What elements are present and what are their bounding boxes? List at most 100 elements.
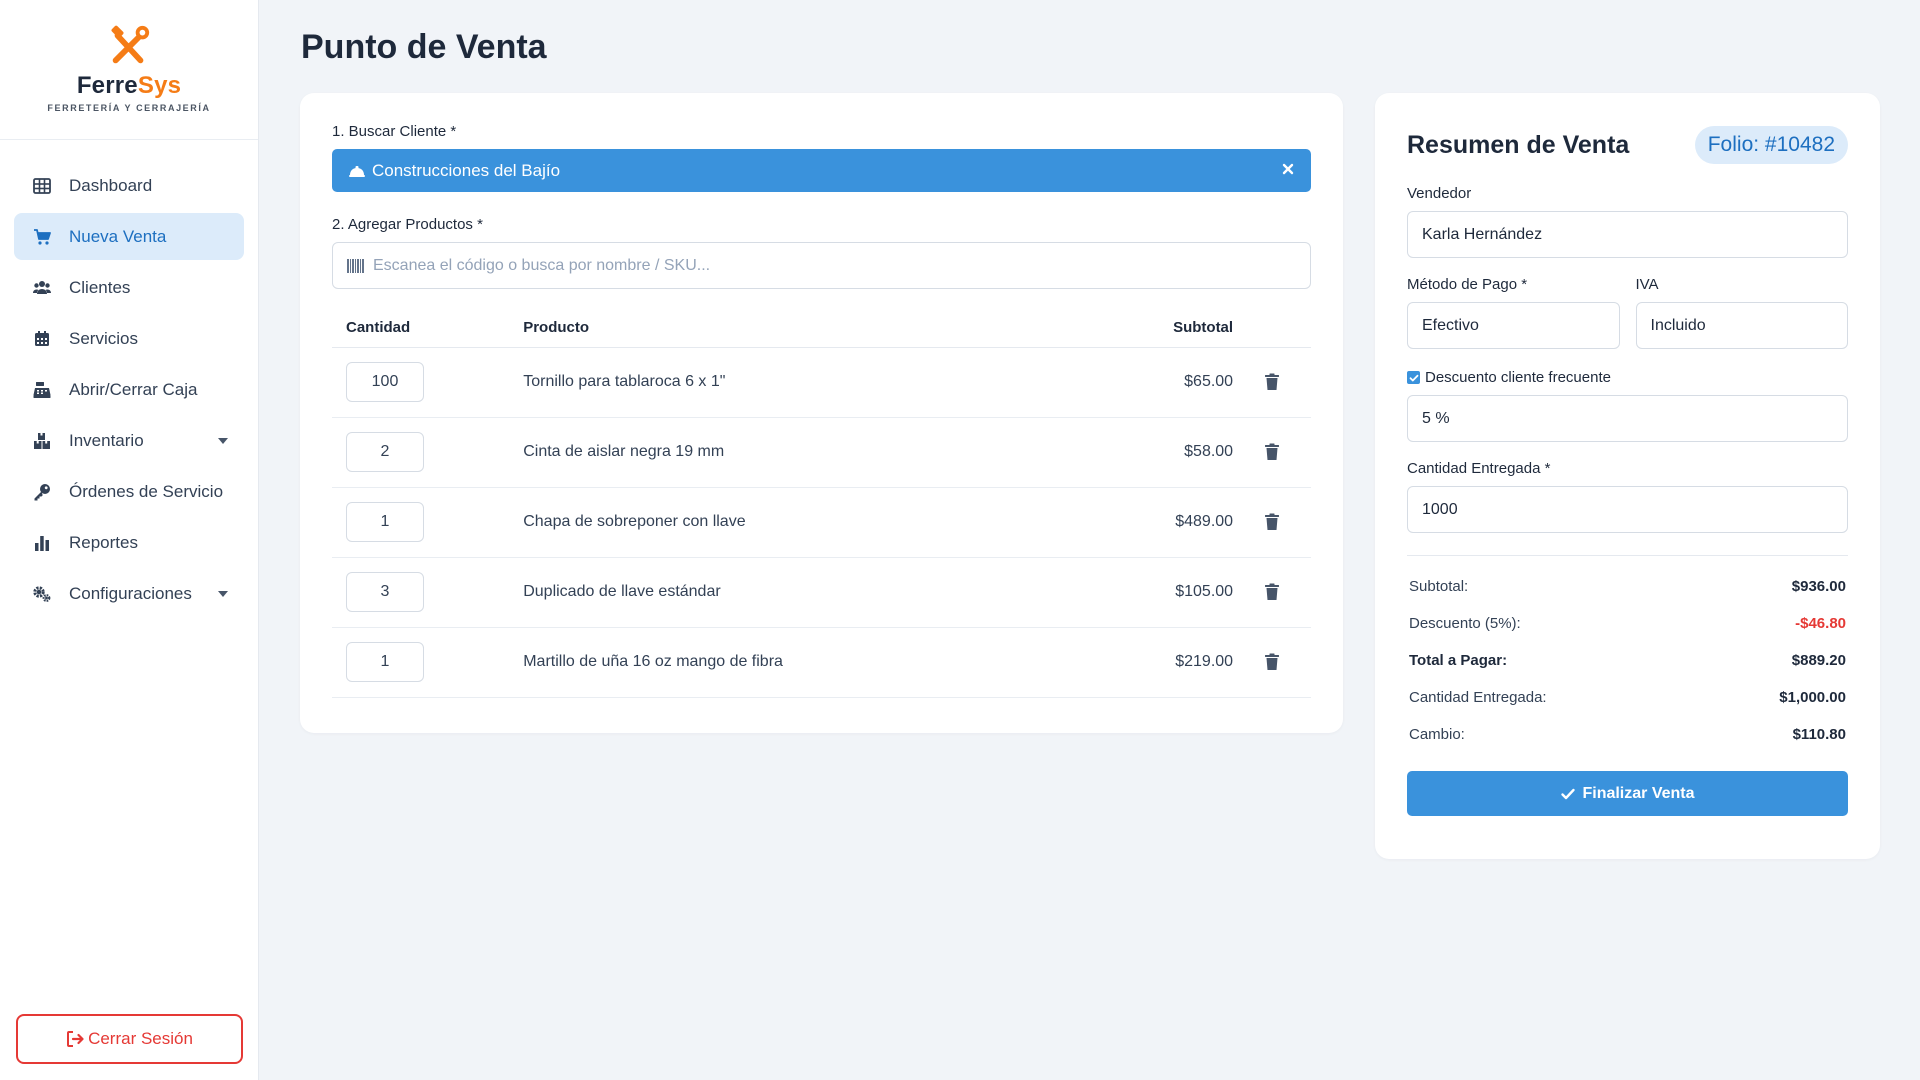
sidebar-item-configuraciones[interactable]: Configuraciones [14, 570, 244, 617]
table-row: 3 Duplicado de llave estándar $105.00 [332, 557, 1311, 628]
check-icon [1409, 374, 1418, 381]
page-title: Punto de Venta [301, 28, 547, 66]
bar-chart-icon [32, 533, 52, 553]
sidebar-item-label: Inventario [69, 430, 144, 450]
subtotal-row: Subtotal: $936.00 [1407, 568, 1848, 605]
trash-icon[interactable] [1264, 513, 1280, 531]
products-label: 2. Agregar Productos * [332, 216, 483, 233]
sidebar-nav: Dashboard Nueva Venta Clientes Servicios… [0, 140, 258, 617]
sidebar-item-label: Nueva Venta [69, 226, 167, 246]
sidebar-item-nueva-venta[interactable]: Nueva Venta [14, 213, 244, 260]
delivered-row: Cantidad Entregada: $1,000.00 [1407, 679, 1848, 716]
trash-icon[interactable] [1264, 583, 1280, 601]
logout-button[interactable]: Cerrar Sesión [16, 1014, 243, 1064]
delivered-total-value: $1,000.00 [1779, 689, 1846, 706]
tools-logo-icon [111, 25, 150, 64]
subtotal-value: $936.00 [1791, 578, 1846, 595]
check-icon [1561, 788, 1576, 799]
qty-input[interactable]: 1 [346, 642, 424, 682]
trash-icon[interactable] [1264, 443, 1280, 461]
sidebar-item-caja[interactable]: Abrir/Cerrar Caja [14, 366, 244, 413]
trash-icon[interactable] [1264, 373, 1280, 391]
payment-method-label: Método de Pago * [1407, 276, 1528, 293]
chevron-down-icon [218, 438, 228, 444]
sidebar-item-label: Servicios [69, 328, 138, 348]
row-subtotal: $219.00 [1035, 627, 1234, 698]
product-name: Cinta de aislar negra 19 mm [523, 417, 1036, 488]
finalize-sale-label: Finalizar Venta [1582, 784, 1695, 802]
seller-field[interactable]: Karla Hernández [1407, 211, 1848, 258]
boxes-icon [32, 431, 52, 451]
close-icon[interactable] [1279, 160, 1297, 178]
finalize-sale-button[interactable]: Finalizar Venta [1407, 771, 1848, 816]
sidebar-item-ordenes[interactable]: Órdenes de Servicio [14, 468, 244, 515]
totals-list: Subtotal: $936.00 Descuento (5%): -$46.8… [1407, 568, 1848, 753]
table-row: 1 Chapa de sobreponer con llave $489.00 [332, 487, 1311, 558]
selected-client-name: Construcciones del Bajío [372, 160, 561, 180]
iva-label: IVA [1635, 276, 1659, 293]
client-label: 1. Buscar Cliente * [332, 123, 457, 140]
discount-value: -$46.80 [1795, 615, 1846, 632]
sidebar-item-dashboard[interactable]: Dashboard [14, 162, 244, 209]
delivered-total-label: Cantidad Entregada: [1409, 689, 1547, 706]
product-name: Duplicado de llave estándar [523, 557, 1036, 628]
sidebar-item-servicios[interactable]: Servicios [14, 315, 244, 362]
sidebar-item-label: Órdenes de Servicio [69, 481, 224, 501]
row-subtotal: $65.00 [1035, 347, 1234, 418]
brand-logo: FerreSys FERRETERÍA Y CERRAJERÍA [0, 0, 258, 140]
folio-badge: Folio: #10482 [1694, 126, 1848, 164]
qty-input[interactable]: 1 [346, 502, 424, 542]
col-header-subtotal: Subtotal [1035, 308, 1234, 348]
change-row: Cambio: $110.80 [1407, 716, 1848, 753]
brand-name-part2: Sys [137, 72, 182, 99]
cash-register-icon [32, 380, 52, 400]
payment-method-select[interactable]: Efectivo [1407, 302, 1620, 349]
discount-label: Descuento (5%): [1409, 615, 1521, 632]
brand-name-part1: Ferre [76, 72, 138, 99]
change-value: $110.80 [1792, 726, 1846, 743]
discount-checkbox-row[interactable]: Descuento cliente frecuente [1407, 369, 1848, 386]
delivered-label: Cantidad Entregada * [1407, 460, 1551, 477]
selected-client[interactable]: Construcciones del Bajío [332, 149, 1311, 192]
subtotal-label: Subtotal: [1409, 578, 1469, 595]
brand-name: FerreSys [77, 72, 181, 100]
discount-field[interactable]: 5 % [1407, 395, 1848, 442]
table-row: 100 Tornillo para tablaroca 6 x 1" $65.0… [332, 347, 1311, 418]
sale-card: 1. Buscar Cliente * Construcciones del B… [300, 93, 1343, 733]
chevron-down-icon [218, 591, 228, 597]
sidebar-item-label: Reportes [69, 532, 138, 552]
sign-out-icon [67, 1031, 84, 1047]
qty-input[interactable]: 2 [346, 432, 424, 472]
trash-icon[interactable] [1264, 653, 1280, 671]
discount-checkbox[interactable] [1407, 371, 1420, 384]
logout-label: Cerrar Sesión [88, 1029, 193, 1048]
cart-icon [32, 227, 52, 247]
sidebar-item-inventario[interactable]: Inventario [14, 417, 244, 464]
product-search[interactable] [332, 242, 1311, 289]
key-icon [32, 482, 52, 502]
col-header-product: Producto [523, 308, 1036, 348]
product-search-input[interactable] [373, 256, 1296, 275]
col-header-qty: Cantidad [332, 308, 524, 348]
discount-checkbox-label: Descuento cliente frecuente [1425, 369, 1611, 386]
total-value: $889.20 [1791, 652, 1846, 669]
total-label: Total a Pagar: [1409, 652, 1508, 669]
iva-select[interactable]: Incluido [1635, 302, 1848, 349]
users-icon [32, 278, 52, 298]
row-subtotal: $489.00 [1035, 487, 1234, 558]
barcode-icon [347, 258, 364, 273]
qty-input[interactable]: 3 [346, 572, 424, 612]
product-name: Chapa de sobreponer con llave [523, 487, 1036, 558]
sidebar-item-reportes[interactable]: Reportes [14, 519, 244, 566]
seller-label: Vendedor [1407, 185, 1472, 202]
product-name: Martillo de uña 16 oz mango de fibra [523, 627, 1036, 698]
sidebar-item-label: Clientes [69, 277, 131, 297]
product-name: Tornillo para tablaroca 6 x 1" [523, 347, 1036, 418]
sidebar: FerreSys FERRETERÍA Y CERRAJERÍA Dashboa… [0, 0, 259, 1080]
gears-icon [32, 584, 52, 604]
sidebar-item-clientes[interactable]: Clientes [14, 264, 244, 311]
col-header-actions [1233, 308, 1311, 348]
delivered-field[interactable]: 1000 [1407, 486, 1848, 533]
summary-card: Resumen de Venta Folio: #10482 Vendedor … [1375, 93, 1880, 859]
qty-input[interactable]: 100 [346, 362, 424, 402]
